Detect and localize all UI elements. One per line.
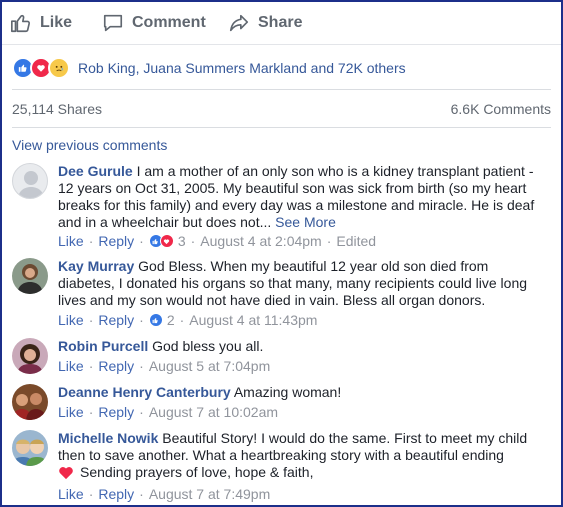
- view-previous-comments-link[interactable]: View previous comments: [12, 137, 167, 153]
- commenter-name[interactable]: Kay Murray: [58, 258, 134, 274]
- comment-body: Dee Gurule I am a mother of an only son …: [58, 163, 538, 231]
- comment-timestamp[interactable]: August 7 at 10:02am: [149, 404, 278, 420]
- see-more-link[interactable]: See More: [275, 214, 336, 230]
- edited-label[interactable]: Edited: [336, 233, 376, 249]
- separator-dot: ·: [88, 404, 94, 420]
- avatar[interactable]: [12, 258, 48, 294]
- reactors-text[interactable]: Rob King, Juana Summers Markland and 72K…: [78, 60, 406, 76]
- comment-reply-link[interactable]: Reply: [98, 404, 134, 420]
- comment-meta: Like · Reply · August 7 at 10:02am: [58, 404, 278, 420]
- divider: [12, 127, 551, 128]
- reaction-count[interactable]: 3: [178, 233, 186, 249]
- comment-reply-link[interactable]: Reply: [98, 312, 134, 328]
- heart-emoji-icon: [59, 467, 73, 480]
- comment-reply-link[interactable]: Reply: [98, 358, 134, 374]
- comment-like-link[interactable]: Like: [58, 486, 84, 502]
- comment-like-link[interactable]: Like: [58, 358, 84, 374]
- separator-dot: ·: [190, 233, 196, 249]
- separator-dot: ·: [139, 358, 144, 374]
- like-button[interactable]: Like: [10, 10, 72, 36]
- share-label: Share: [258, 14, 303, 31]
- reactions-summary[interactable]: Rob King, Juana Summers Markland and 72K…: [12, 56, 406, 80]
- comment-reply-link[interactable]: Reply: [98, 486, 134, 502]
- shares-count[interactable]: 25,114 Shares: [12, 101, 102, 117]
- comment-icon: [103, 14, 123, 32]
- commenter-name[interactable]: Michelle Nowik: [58, 430, 158, 446]
- comment-like-link[interactable]: Like: [58, 233, 84, 249]
- separator-dot: ·: [88, 312, 94, 328]
- commenter-name[interactable]: Deanne Henry Canterbury: [58, 384, 231, 400]
- separator-dot: ·: [139, 233, 144, 249]
- separator-dot: ·: [139, 312, 144, 328]
- post-footer: Like Comment Share Rob King, Juana Summe…: [0, 0, 563, 507]
- like-reaction-icon: [148, 313, 163, 327]
- comment-reply-link[interactable]: Reply: [98, 233, 134, 249]
- like-label: Like: [40, 14, 73, 31]
- comment-body: Deanne Henry Canterbury Amazing woman!: [58, 384, 538, 401]
- comment-text: Amazing woman!: [233, 384, 342, 400]
- separator-dot: ·: [179, 312, 185, 328]
- comment-timestamp[interactable]: August 4 at 11:43pm: [189, 312, 317, 328]
- action-bar: Like Comment Share: [2, 2, 561, 45]
- comment-text-continued: Sending prayers of love, hope & faith,: [80, 464, 314, 480]
- avatar[interactable]: [12, 338, 48, 374]
- avatar-placeholder[interactable]: [12, 163, 48, 199]
- comment-meta: Like · Reply · 3 · August 4 at 2:04pm · …: [58, 233, 376, 249]
- comment-button[interactable]: Comment: [102, 10, 206, 36]
- comment-meta: Like · Reply · August 7 at 7:49pm: [58, 486, 270, 502]
- comments-count[interactable]: 6.6K Comments: [451, 101, 551, 117]
- comment-text: God bless you all.: [152, 338, 264, 354]
- separator-dot: ·: [326, 233, 332, 249]
- comment-like-link[interactable]: Like: [58, 404, 84, 420]
- comment-timestamp[interactable]: August 4 at 2:04pm: [200, 233, 321, 249]
- comment-label: Comment: [132, 14, 206, 31]
- separator-dot: ·: [139, 404, 144, 420]
- comment-timestamp[interactable]: August 5 at 7:04pm: [149, 358, 270, 374]
- thumbs-up-icon: [11, 14, 31, 33]
- share-icon: [229, 14, 249, 32]
- reaction-count[interactable]: 2: [167, 312, 175, 328]
- comment-like-link[interactable]: Like: [58, 312, 84, 328]
- comment-timestamp[interactable]: August 7 at 7:49pm: [149, 486, 270, 502]
- comment-meta: Like · Reply · August 5 at 7:04pm: [58, 358, 270, 374]
- separator-dot: ·: [139, 486, 144, 502]
- divider: [12, 89, 551, 90]
- commenter-name[interactable]: Robin Purcell: [58, 338, 148, 354]
- comment-body: Robin Purcell God bless you all.: [58, 338, 538, 355]
- avatar[interactable]: [12, 384, 48, 420]
- separator-dot: ·: [88, 358, 94, 374]
- comment-body: Michelle Nowik Beautiful Story! I would …: [58, 430, 538, 481]
- share-button[interactable]: Share: [228, 10, 302, 36]
- comment-meta: Like · Reply · 2 · August 4 at 11:43pm: [58, 312, 317, 328]
- separator-dot: ·: [88, 486, 94, 502]
- avatar[interactable]: [12, 430, 48, 466]
- commenter-name[interactable]: Dee Gurule: [58, 163, 133, 179]
- love-reaction-icon: [159, 234, 174, 248]
- separator-dot: ·: [88, 233, 94, 249]
- sad-reaction-icon: [48, 57, 70, 79]
- comment-body: Kay Murray God Bless. When my beautiful …: [58, 258, 538, 309]
